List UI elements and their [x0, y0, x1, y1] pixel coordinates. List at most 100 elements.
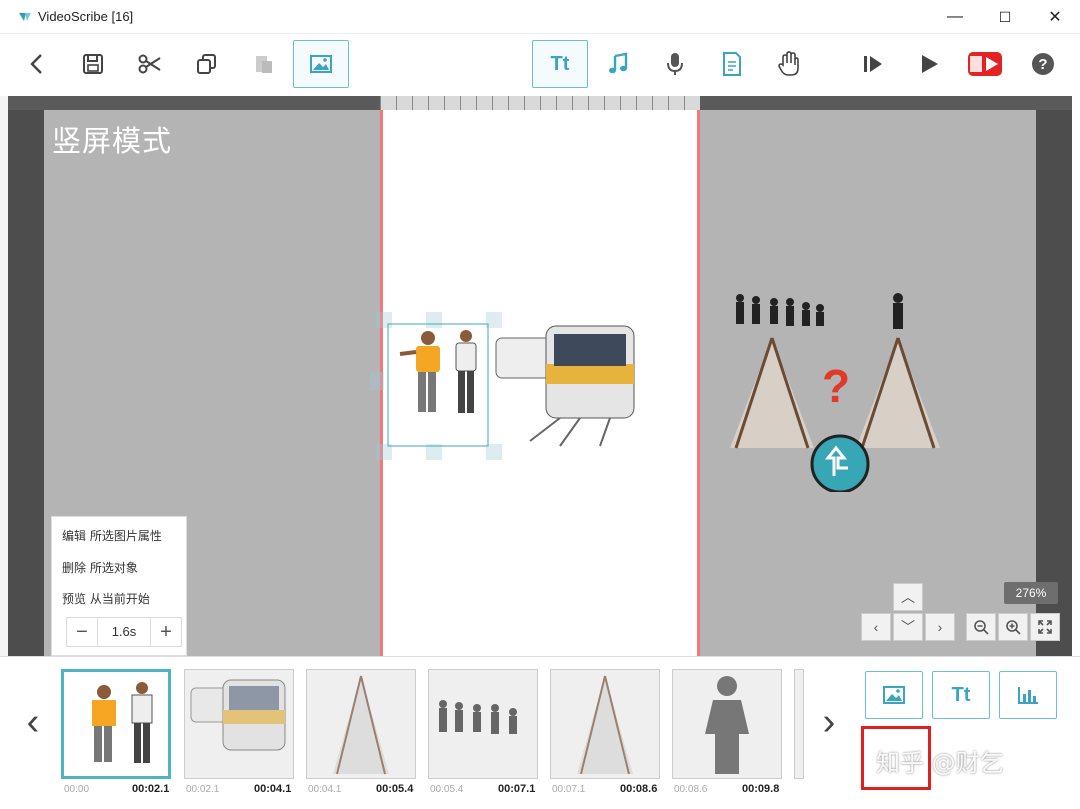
delete-item[interactable]: 删除 所选对象 — [62, 559, 138, 576]
people-thumb-image — [92, 682, 153, 763]
zoom-in-button[interactable] — [998, 613, 1028, 641]
pan-up-button[interactable]: ︿ — [893, 583, 923, 611]
copy-icon — [197, 54, 216, 74]
paste-icon — [256, 56, 272, 73]
hand-button[interactable] — [764, 40, 814, 88]
videoscribe-logo-icon — [19, 12, 31, 21]
canvas-workspace[interactable]: 竖屏模式 ? 编辑 所选图片属性 删除 所选对象 预览 从当前开始 − 1.6s… — [8, 96, 1072, 656]
window-title: VideoScribe [16] — [38, 9, 134, 24]
save-button[interactable] — [68, 40, 118, 88]
timeline-thumb[interactable] — [61, 669, 171, 779]
zoom-level: 276% — [1004, 582, 1058, 604]
timeline-thumb[interactable] — [428, 669, 538, 779]
expand-icon — [1038, 620, 1052, 634]
thumb-start-time: 00:02.1 — [186, 784, 220, 795]
play-button[interactable] — [904, 40, 954, 88]
add-image-element-button[interactable] — [865, 671, 923, 719]
track-thumb-image — [577, 675, 633, 775]
document-icon — [723, 52, 741, 76]
image-icon — [883, 686, 905, 704]
svg-text:?: ? — [1038, 56, 1047, 73]
add-text-button[interactable]: Tt — [532, 40, 588, 88]
hand-icon — [778, 51, 799, 76]
children-thumb-image — [439, 700, 517, 734]
copy-button[interactable] — [182, 40, 232, 88]
timeline-thumb-partial[interactable] — [794, 669, 804, 779]
mode-label: 竖屏模式 — [52, 124, 173, 158]
play-icon — [922, 55, 938, 73]
watermark: 知乎 @财乞 — [876, 749, 1004, 777]
back-icon — [30, 54, 42, 74]
thumb-start-time: 00:07.1 — [552, 784, 586, 795]
chevron-up-icon: ︿ — [901, 589, 915, 605]
help-button[interactable]: ? — [1018, 40, 1068, 88]
properties-button[interactable] — [707, 40, 757, 88]
preview-step-button[interactable] — [848, 40, 898, 88]
train-thumb-image — [190, 679, 286, 751]
pan-down-button[interactable]: ﹀ — [893, 613, 923, 641]
timeline-thumb[interactable] — [550, 669, 660, 779]
edit-properties-item[interactable]: 编辑 所选图片属性 — [62, 527, 162, 544]
zoom-in-icon — [1006, 620, 1021, 635]
maximize-button[interactable]: ☐ — [980, 0, 1030, 34]
text-icon: Tt — [550, 52, 570, 75]
thumb-end-time: 00:09.8 — [742, 783, 780, 795]
timeline-thumb[interactable] — [306, 669, 416, 779]
cut-button[interactable] — [125, 40, 175, 88]
music-button[interactable] — [593, 40, 643, 88]
thumb-end-time: 00:02.1 — [132, 783, 170, 795]
publish-icon — [968, 52, 1002, 76]
walker-thumb-image — [705, 676, 749, 774]
save-icon — [83, 54, 103, 74]
thumb-start-time: 00:00 — [64, 784, 90, 795]
thumb-end-time: 00:04.1 — [254, 783, 292, 795]
duration-stepper: − 1.6s + — [66, 617, 182, 647]
thumb-end-time: 00:05.4 — [376, 783, 414, 795]
chevron-right-icon: › — [937, 619, 943, 635]
timeline-thumb[interactable] — [672, 669, 782, 779]
pan-left-button[interactable]: ‹ — [861, 613, 891, 641]
preview-step-icon — [864, 56, 882, 72]
paste-button[interactable] — [239, 40, 289, 88]
app-window: VideoScribe [16] — ☐ ✕ Tt ? 竖屏模式 ? 编辑 所选… — [0, 0, 1080, 809]
music-icon — [609, 52, 628, 74]
minimize-button[interactable]: — — [930, 0, 980, 34]
people-train-illustration[interactable] — [370, 306, 636, 466]
right-ruler — [1036, 110, 1072, 656]
track-thumb-image — [333, 675, 389, 775]
close-button[interactable]: ✕ — [1030, 0, 1080, 34]
thumb-start-time: 00:05.4 — [430, 784, 464, 795]
add-image-button[interactable] — [293, 40, 349, 88]
window-controls: — ☐ ✕ — [930, 0, 1080, 34]
microphone-icon — [667, 53, 683, 75]
timeline-prev-button[interactable]: ‹ — [18, 697, 48, 747]
cut-icon — [138, 54, 161, 74]
increase-duration-button[interactable]: + — [151, 618, 181, 646]
publish-button[interactable] — [960, 40, 1010, 88]
top-ruler-scale — [380, 96, 700, 110]
railway-crossroads-illustration[interactable]: ? — [730, 292, 950, 492]
pan-right-button[interactable]: › — [925, 613, 955, 641]
thumb-start-time: 00:08.6 — [674, 784, 708, 795]
add-text-element-button[interactable]: Tt — [932, 671, 990, 719]
chevron-left-icon: ‹ — [873, 619, 879, 635]
svg-text:?: ? — [822, 360, 850, 412]
preview-from-here-item[interactable]: 预览 从当前开始 — [62, 590, 150, 607]
timeline-thumb[interactable] — [184, 669, 294, 779]
fit-screen-button[interactable] — [1030, 613, 1060, 641]
bar-chart-icon — [1018, 687, 1038, 704]
decrease-duration-button[interactable]: − — [67, 618, 97, 646]
add-chart-element-button[interactable] — [999, 671, 1057, 719]
top-ruler — [8, 96, 1072, 110]
zoom-out-button[interactable] — [966, 613, 996, 641]
back-button[interactable] — [12, 40, 62, 88]
title-bar: VideoScribe [16] — ☐ ✕ — [0, 0, 1080, 34]
thumb-end-time: 00:08.6 — [620, 783, 658, 795]
context-menu: 编辑 所选图片属性 删除 所选对象 预览 从当前开始 − 1.6s + — [51, 516, 187, 656]
zoom-out-icon — [974, 620, 989, 635]
voiceover-button[interactable] — [650, 40, 700, 88]
duration-value[interactable]: 1.6s — [97, 618, 151, 646]
timeline-next-button[interactable]: › — [814, 697, 844, 747]
chevron-down-icon: ﹀ — [901, 619, 915, 635]
thumb-end-time: 00:07.1 — [498, 783, 536, 795]
